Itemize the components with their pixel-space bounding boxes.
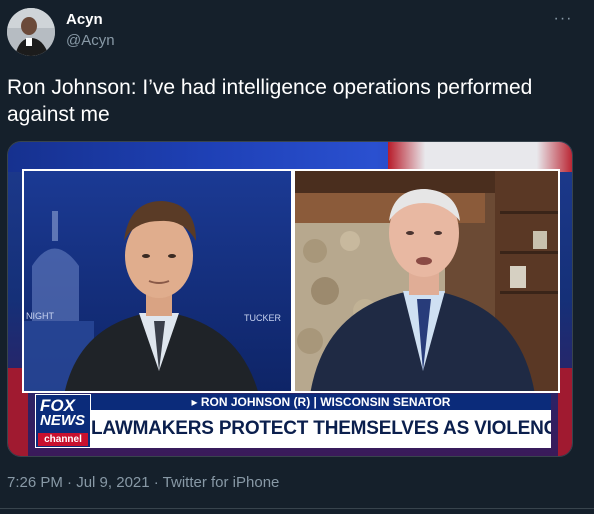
author-name[interactable]: Acyn (66, 11, 103, 28)
logo-line-2: NEWS (40, 412, 85, 429)
tweet-media-video[interactable]: NIGHT TUCKER FOX NEWS channel ▸ RON JOHN… (7, 141, 573, 457)
news-lower-third: FOX NEWS channel ▸ RON JOHNSON (R) | WIS… (35, 394, 551, 448)
chyron-headline: LAWMAKERS PROTECT THEMSELVES AS VIOLENCE… (91, 410, 551, 448)
backdrop-label-tucker: TUCKER (244, 313, 282, 323)
tweet: Acyn @Acyn ··· Ron Johnson: I’ve had int… (0, 0, 594, 514)
tweet-time[interactable]: 7:26 PM (7, 474, 63, 491)
divider (0, 508, 594, 509)
guest-panel-image (295, 171, 558, 391)
tweet-date[interactable]: Jul 9, 2021 (76, 474, 149, 491)
host-panel-image: NIGHT TUCKER (24, 171, 291, 391)
tweet-metadata: 7:26 PM · Jul 9, 2021 · Twitter for iPho… (7, 474, 279, 491)
backdrop-label-night: NIGHT (26, 311, 55, 321)
avatar[interactable] (7, 8, 55, 56)
video-panel-guest (293, 169, 560, 393)
avatar-image (7, 8, 55, 56)
more-horizontal-icon: ··· (553, 10, 573, 27)
more-options-button[interactable]: ··· (550, 10, 576, 32)
meta-separator-2: · (149, 474, 163, 491)
video-top-right-bar (388, 142, 572, 172)
fox-news-logo: FOX NEWS channel (35, 394, 91, 448)
logo-line-3: channel (38, 433, 88, 446)
tweet-text: Ron Johnson: I’ve had intelligence opera… (7, 76, 533, 126)
meta-separator-1: · (62, 474, 77, 491)
author-handle[interactable]: @Acyn (66, 32, 115, 49)
tweet-source[interactable]: Twitter for iPhone (163, 474, 280, 491)
video-panel-host: NIGHT TUCKER (22, 169, 293, 393)
chyron-name: ▸ RON JOHNSON (R) | WISCONSIN SENATOR (91, 394, 551, 410)
video-side-red-right (558, 368, 572, 456)
